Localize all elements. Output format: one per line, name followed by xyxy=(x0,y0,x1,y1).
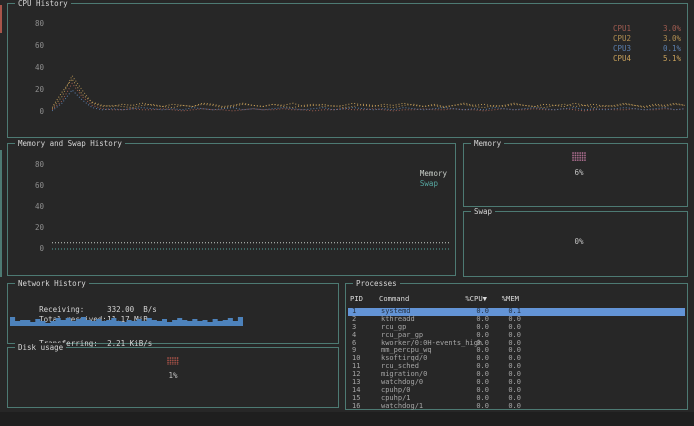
y-tick-label: 60 xyxy=(28,182,44,190)
column-header-pid[interactable]: PID xyxy=(350,294,379,303)
processes-title: Processes xyxy=(353,279,400,288)
cpu-legend-label: CPU1 xyxy=(613,24,631,34)
disk-usage-dots xyxy=(167,357,179,365)
process-pid: 2 xyxy=(352,316,381,324)
memory-swap-history-panel: Memory and Swap History 806040200 Memory… xyxy=(7,143,456,276)
y-tick-label: 60 xyxy=(28,42,44,50)
memswap-legend-entry: Swap xyxy=(420,179,447,189)
processes-panel: Processes PID Command %CPU▼ %MEM 1system… xyxy=(345,283,688,410)
left-edge-red-fragment xyxy=(0,5,2,33)
memswap-legend-entry: Memory xyxy=(420,169,447,179)
cpu-legend-entry: CPU2 3.0% xyxy=(613,34,681,44)
disk-usage-percent: 1% xyxy=(163,372,183,380)
swap-gauge-title: Swap xyxy=(471,207,495,216)
y-tick-label: 0 xyxy=(28,245,44,253)
cpu-legend-label: CPU3 xyxy=(613,44,631,54)
y-tick-label: 20 xyxy=(28,224,44,232)
cpu-history-panel: CPU History 806040200 CPU13.0%CPU23.0%CP… xyxy=(7,3,688,138)
memory-swap-legend: MemorySwap xyxy=(420,169,447,189)
memory-usage-dots xyxy=(572,152,586,161)
cpu-legend-entry: CPU3 0.1% xyxy=(613,44,681,54)
memory-swap-history-title: Memory and Swap History xyxy=(15,139,125,148)
cpu-legend-label: CPU4 xyxy=(613,54,631,64)
swap-gauge-panel: Swap 0% xyxy=(463,211,688,277)
y-tick-label: 40 xyxy=(28,64,44,72)
processes-table-header: PID Command %CPU▼ %MEM xyxy=(346,294,687,303)
process-pid: 4 xyxy=(352,332,381,340)
process-pid: 16 xyxy=(352,403,381,411)
memory-gauge-panel: Memory 6% xyxy=(463,143,688,207)
memory-gauge-title: Memory xyxy=(471,139,504,148)
column-header-mem[interactable]: %MEM xyxy=(495,294,519,303)
system-monitor-screen: CPU History 806040200 CPU13.0%CPU23.0%CP… xyxy=(0,0,694,426)
y-tick-label: 20 xyxy=(28,86,44,94)
cpu-legend-value: 5.1% xyxy=(663,54,681,64)
process-pid: 1 xyxy=(352,308,381,316)
cpu-history-chart xyxy=(52,22,685,122)
y-tick-label: 40 xyxy=(28,203,44,211)
process-mem: 0.0 xyxy=(497,403,521,411)
network-history-title: Network History xyxy=(15,279,89,288)
process-row[interactable]: 16watchdog/10.00.0 xyxy=(348,403,685,411)
cpu-legend-value: 0.1% xyxy=(663,44,681,54)
swap-usage-percent: 0% xyxy=(569,238,589,246)
cpu-legend-value: 3.0% xyxy=(663,24,681,34)
process-cpu: 0.0 xyxy=(467,403,489,411)
cpu-legend-label: CPU2 xyxy=(613,34,631,44)
process-command: watchdog/1 xyxy=(381,403,467,411)
bottom-strip xyxy=(0,412,694,426)
network-history-panel: Network History Receiving:332.00 B/s Tot… xyxy=(7,283,339,344)
cpu-legend-value: 3.0% xyxy=(663,34,681,44)
left-edge-border-fragment xyxy=(0,150,2,277)
process-pid: 3 xyxy=(352,324,381,332)
y-tick-label: 80 xyxy=(28,161,44,169)
cpu-legend-entry: CPU4 5.1% xyxy=(613,54,681,64)
y-tick-label: 80 xyxy=(28,20,44,28)
memory-usage-percent: 6% xyxy=(569,169,589,177)
cpu-legend-entry: CPU1 3.0% xyxy=(613,24,681,34)
process-pid: 6 xyxy=(352,340,381,348)
memory-swap-chart xyxy=(52,161,450,256)
column-header-cpu-sorted[interactable]: %CPU▼ xyxy=(465,294,487,303)
cpu-legend: CPU1 3.0% CPU2 3.0% CPU3 0.1% CPU4 5.1% xyxy=(613,24,681,64)
column-header-command[interactable]: Command xyxy=(379,294,465,303)
disk-usage-title: Disk usage xyxy=(15,343,66,352)
cpu-history-title: CPU History xyxy=(15,0,71,8)
processes-table-body: 1systemd0.00.12kthreadd0.00.03rcu_gp0.00… xyxy=(348,308,685,411)
network-receiving-sparkline xyxy=(10,314,243,326)
y-tick-label: 0 xyxy=(28,108,44,116)
disk-usage-panel: Disk usage 1% xyxy=(7,347,339,408)
